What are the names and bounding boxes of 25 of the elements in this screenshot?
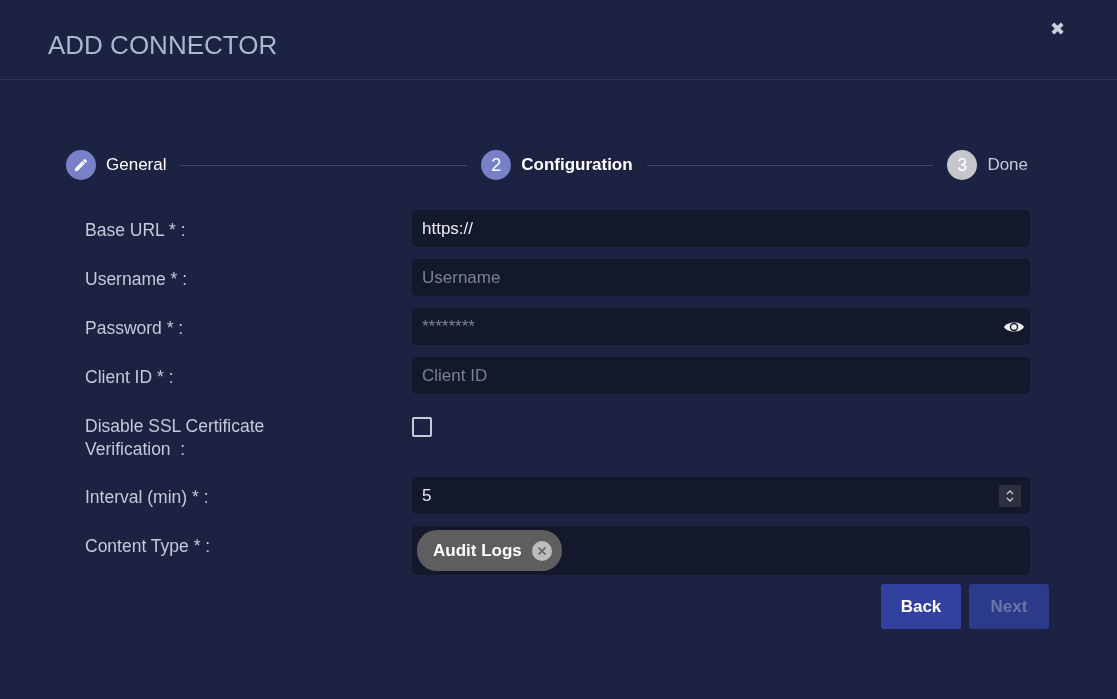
password-field[interactable]: ******** bbox=[412, 308, 1030, 345]
back-button[interactable]: Back bbox=[881, 584, 961, 629]
step-number: 3 bbox=[947, 150, 978, 180]
field-label: Disable SSL Certificate Verification : bbox=[85, 415, 266, 461]
checkbox[interactable] bbox=[412, 417, 432, 437]
chip[interactable]: Audit Logs bbox=[417, 529, 562, 572]
step-label: General bbox=[106, 154, 167, 177]
step-label: Done bbox=[987, 154, 1028, 177]
remove-icon[interactable] bbox=[531, 540, 552, 561]
field-label: Interval (min) * : bbox=[85, 486, 210, 509]
dialog-title: ADD CONNECTOR bbox=[48, 30, 278, 62]
field-label: Content Type * : bbox=[85, 535, 212, 558]
input-field[interactable]: https:// bbox=[412, 210, 1030, 247]
step-label: Configuration bbox=[521, 154, 633, 177]
input-field[interactable]: Client ID bbox=[412, 357, 1030, 394]
chip-input-field[interactable]: Audit Logs bbox=[412, 526, 1030, 575]
close-button[interactable]: ✖ bbox=[1050, 20, 1065, 38]
field-label: Username * : bbox=[85, 268, 189, 291]
field-label: Client ID * : bbox=[85, 366, 175, 389]
field-label: Password * : bbox=[85, 317, 185, 340]
step-number: 2 bbox=[481, 150, 512, 180]
input-field[interactable]: Username bbox=[412, 259, 1030, 296]
field-label: Base URL * : bbox=[85, 219, 187, 242]
spinner-icon[interactable] bbox=[999, 484, 1021, 507]
input-field[interactable]: 5 bbox=[412, 477, 1030, 514]
